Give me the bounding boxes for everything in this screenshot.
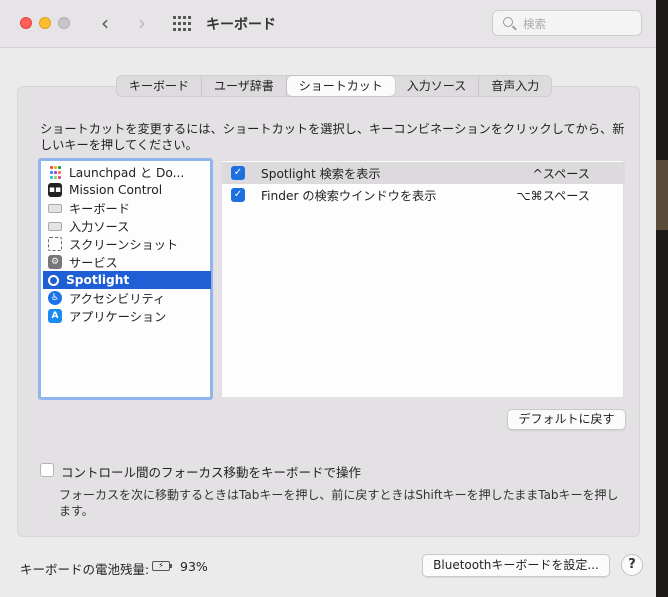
keyboard-navigation-label: コントロール間のフォーカス移動をキーボードで操作 xyxy=(61,465,362,480)
accessibility-icon: ♿ xyxy=(48,291,62,305)
close-window-button[interactable] xyxy=(20,17,32,29)
shortcut-list[interactable]: ✓ Spotlight 検索を表示 ^スペース ✓ Finder の検索ウインド… xyxy=(221,160,625,398)
bluetooth-keyboard-setup-button[interactable]: Bluetoothキーボードを設定... xyxy=(422,554,610,577)
app-store-icon: A xyxy=(48,309,62,323)
category-label: Launchpad と Do... xyxy=(69,166,185,180)
search-placeholder: 検索 xyxy=(523,17,546,31)
tab-input-sources[interactable]: 入力ソース xyxy=(395,76,480,96)
category-label: Spotlight xyxy=(66,273,130,287)
category-label: サービス xyxy=(69,256,118,270)
category-label: スクリーンショット xyxy=(69,238,179,252)
category-label: Mission Control xyxy=(69,183,163,197)
tab-dictation[interactable]: 音声入力 xyxy=(479,76,551,96)
forward-chevron-icon[interactable]: › xyxy=(132,12,152,34)
shortcut-label: Finder の検索ウインドウを表示 xyxy=(261,189,437,203)
category-accessibility[interactable]: ♿ アクセシビリティ xyxy=(43,289,211,307)
category-label: キーボード xyxy=(69,202,130,216)
show-all-grid-icon[interactable] xyxy=(173,16,191,32)
battery-icon: ⚡ xyxy=(152,561,172,571)
minimize-window-button[interactable] xyxy=(39,17,51,29)
category-screenshots[interactable]: スクリーンショット xyxy=(43,235,211,253)
shortcut-category-list[interactable]: Launchpad と Do... ▪▪ Mission Control キーボ… xyxy=(38,158,213,400)
shortcut-key[interactable]: ^スペース xyxy=(533,164,591,182)
category-launchpad-dock[interactable]: Launchpad と Do... xyxy=(43,163,211,181)
category-label: アクセシビリティ xyxy=(69,292,166,306)
category-label: 入力ソース xyxy=(69,220,130,234)
launchpad-icon xyxy=(48,165,62,179)
keyboard-icon xyxy=(48,221,62,231)
tab-bar: キーボード ユーザ辞書 ショートカット 入力ソース 音声入力 xyxy=(116,75,553,97)
search-field[interactable]: 検索 xyxy=(492,10,642,36)
category-label: アプリケーション xyxy=(69,310,167,324)
category-mission-control[interactable]: ▪▪ Mission Control xyxy=(43,181,211,199)
desktop-background xyxy=(656,0,668,597)
tab-keyboard[interactable]: キーボード xyxy=(117,76,203,96)
keyboard-navigation-description: フォーカスを次に移動するときはTabキーを押し、前に戻すときはShiftキーを押… xyxy=(59,488,619,518)
category-input-sources[interactable]: 入力ソース xyxy=(43,217,211,235)
checkbox-checked[interactable]: ✓ xyxy=(231,166,245,180)
search-icon xyxy=(503,17,513,27)
checkbox-checked[interactable]: ✓ xyxy=(231,188,245,202)
category-keyboard[interactable]: キーボード xyxy=(43,199,211,217)
keyboard-preferences-window: ‹ › キーボード 検索 キーボード ユーザ辞書 ショートカット 入力ソース 音… xyxy=(0,0,656,597)
shortcut-row[interactable]: ✓ Finder の検索ウインドウを表示 ⌥⌘スペース xyxy=(222,184,625,206)
mission-control-icon: ▪▪ xyxy=(48,183,62,197)
battery-label: キーボードの電池残量: xyxy=(20,562,150,577)
shortcut-label: Spotlight 検索を表示 xyxy=(261,167,381,181)
restore-defaults-button[interactable]: デフォルトに戻す xyxy=(507,409,626,430)
help-button[interactable]: ? xyxy=(621,554,643,576)
zoom-window-button[interactable] xyxy=(58,17,70,29)
keyboard-navigation-checkbox[interactable] xyxy=(40,463,54,477)
tab-shortcuts[interactable]: ショートカット xyxy=(286,76,395,96)
window-title: キーボード xyxy=(206,17,276,33)
gear-icon: ⚙ xyxy=(48,255,62,269)
category-services[interactable]: ⚙ サービス xyxy=(43,253,211,271)
category-spotlight[interactable]: Spotlight xyxy=(43,271,211,289)
instructions-text: ショートカットを変更するには、ショートカットを選択し、キーコンビネーションをクリ… xyxy=(40,122,625,152)
battery-percent: 93% xyxy=(180,559,208,574)
shortcut-row[interactable]: ✓ Spotlight 検索を表示 ^スペース xyxy=(222,162,625,184)
shortcut-key[interactable]: ⌥⌘スペース xyxy=(516,186,590,204)
tab-user-dictionary[interactable]: ユーザ辞書 xyxy=(202,76,287,96)
screenshot-icon xyxy=(48,237,62,251)
title-bar: ‹ › キーボード 検索 xyxy=(0,0,656,48)
keyboard-icon xyxy=(48,203,62,213)
category-applications[interactable]: A アプリケーション xyxy=(43,307,211,325)
spotlight-icon xyxy=(48,274,59,286)
back-chevron-icon[interactable]: ‹ xyxy=(95,12,115,34)
